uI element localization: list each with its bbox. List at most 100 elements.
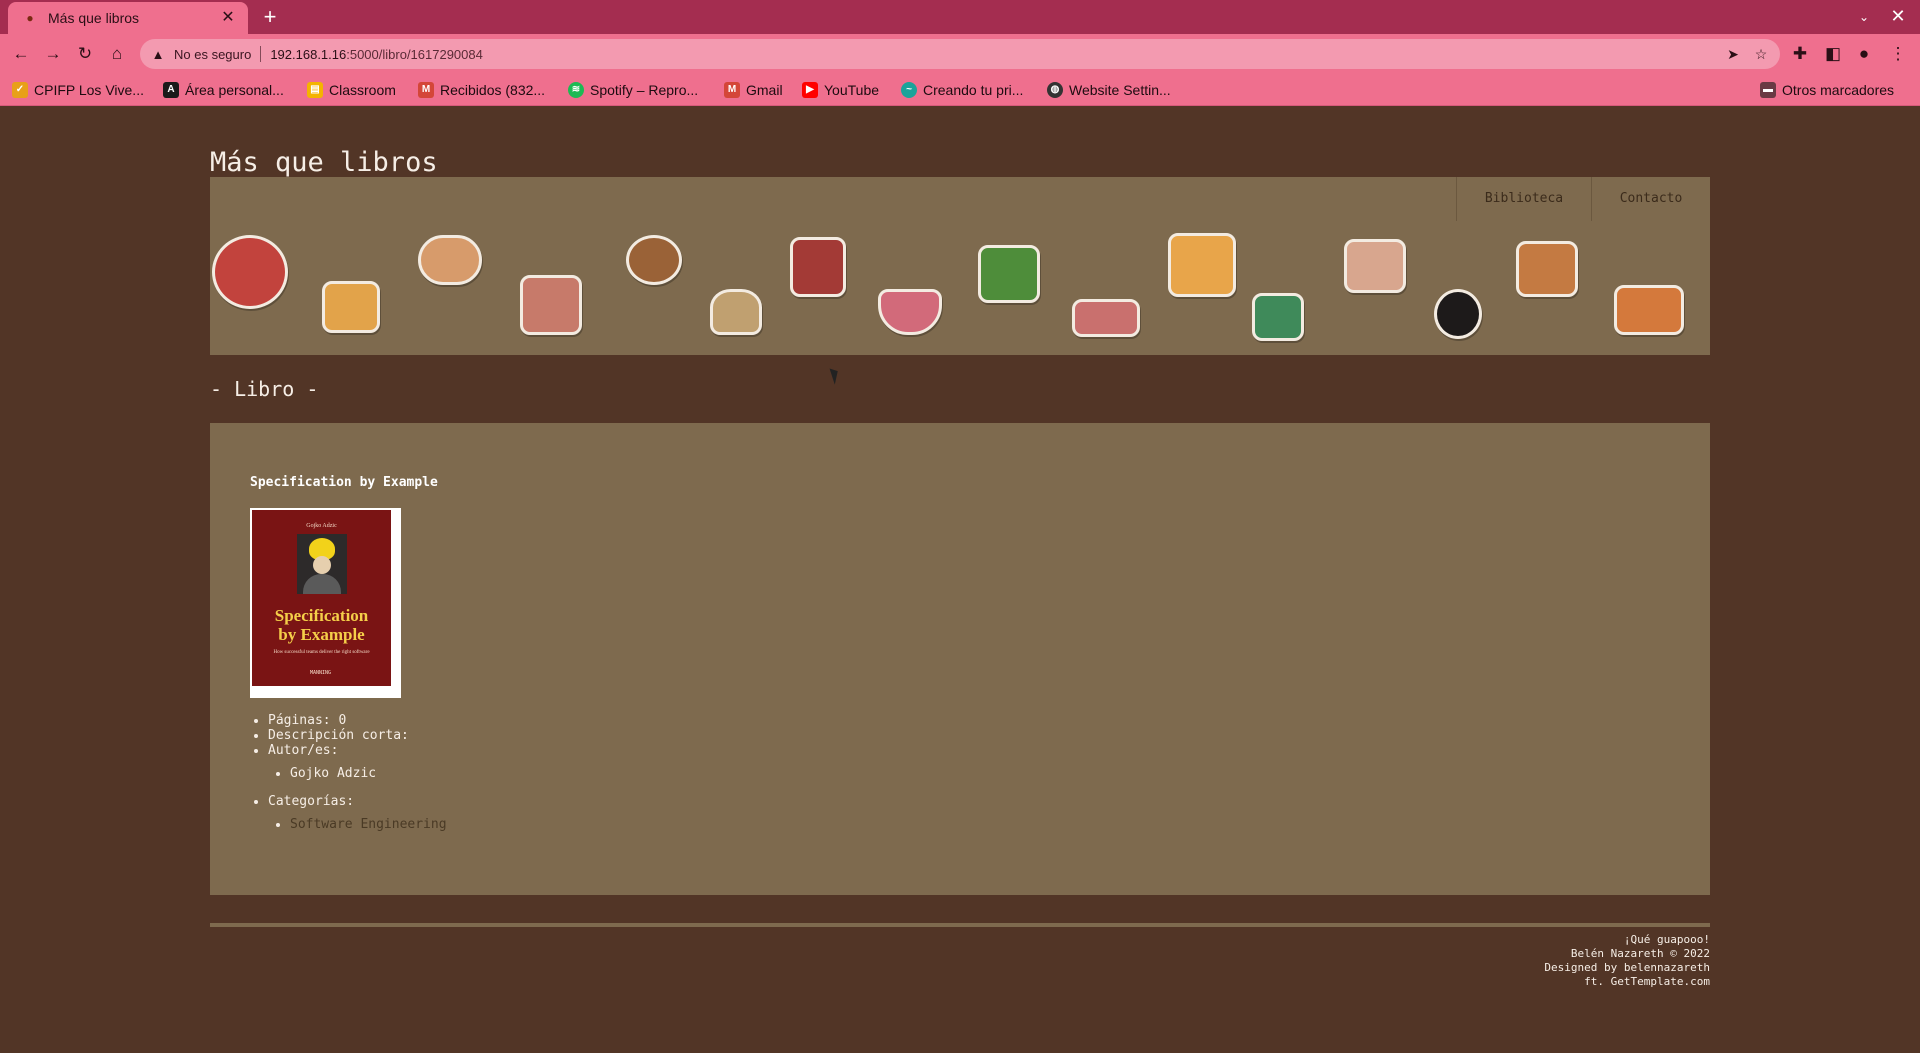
web-page: Más que libros Biblioteca Contacto - Lib… xyxy=(0,107,1920,1053)
forward-arrow-icon[interactable]: → xyxy=(41,42,65,66)
url-host: 192.168.1.16 xyxy=(270,46,347,62)
nav-biblioteca-link[interactable]: Biblioteca xyxy=(1456,177,1591,221)
spotify-icon: ≋ xyxy=(568,82,584,98)
moodle-icon: A xyxy=(163,82,179,98)
security-status[interactable]: No es seguro xyxy=(174,47,251,62)
header-banner: Biblioteca Contacto xyxy=(210,177,1710,355)
bookmark-item[interactable]: ✓ CPIFP Los Vive... xyxy=(12,79,144,101)
menu-kebab-icon[interactable]: ⋮ xyxy=(1886,42,1910,66)
bookmark-item[interactable]: ▶ YouTube xyxy=(802,79,879,101)
details-list: Páginas: 0 Descripción corta: Autor/es: … xyxy=(250,713,447,832)
bathhouse-sticker xyxy=(978,245,1040,303)
close-tab-icon[interactable]: ✕ xyxy=(218,8,238,28)
site-favicon-icon: ● xyxy=(26,11,34,25)
writing-desk-sticker xyxy=(1344,239,1406,293)
folder-icon: ▬ xyxy=(1760,82,1776,98)
back-arrow-icon[interactable]: ← xyxy=(9,42,33,66)
bookmark-item[interactable]: M Recibidos (832... xyxy=(418,79,545,101)
cover-title-line: by Example xyxy=(278,625,365,644)
cover-author: Gojko Adzic xyxy=(306,523,337,529)
reload-icon[interactable]: ↻ xyxy=(73,42,97,66)
warning-icon[interactable]: ▲ xyxy=(150,47,166,62)
tab-title: Más que libros xyxy=(48,10,140,26)
send-icon[interactable]: ➤ xyxy=(1720,39,1746,69)
book-title: Specification by Example xyxy=(250,475,438,490)
box-creatures-sticker xyxy=(1516,241,1578,297)
address-divider xyxy=(260,46,262,62)
authors-item: Autor/es: Gojko Adzic xyxy=(268,743,447,781)
browser-tab-strip: ● Más que libros ✕ + ⌄ ✕ xyxy=(0,0,1920,34)
profile-avatar[interactable]: ● xyxy=(1852,42,1876,66)
category-link[interactable]: Software Engineering xyxy=(290,817,447,832)
book-details: Páginas: 0 Descripción corta: Autor/es: … xyxy=(250,713,447,845)
no-face-sticker xyxy=(1434,289,1482,339)
bookmark-star-icon[interactable]: ☆ xyxy=(1748,39,1774,69)
categories-list: Software Engineering xyxy=(268,817,447,832)
nav-contacto-link[interactable]: Contacto xyxy=(1591,177,1710,221)
bookmark-label: Área personal... xyxy=(185,82,284,98)
soot-box-sticker xyxy=(1614,285,1684,335)
new-tab-button[interactable]: + xyxy=(258,6,282,30)
footer-line: ¡Qué guapooo! xyxy=(1623,933,1710,946)
mouse-cursor-icon xyxy=(829,366,842,385)
home-icon[interactable]: ⌂ xyxy=(105,42,129,66)
footer-line: Designed by belennazareth xyxy=(1544,961,1710,974)
book-cover-image: Gojko Adzic Specification by Example How… xyxy=(250,508,401,698)
extensions-puzzle-icon[interactable]: ✚ xyxy=(1788,42,1812,66)
tab-search-icon[interactable]: ⌄ xyxy=(1854,7,1874,27)
bookmark-label: Gmail xyxy=(746,82,783,98)
girl-face-sticker xyxy=(626,235,682,285)
bookmark-label: Creando tu pri... xyxy=(923,82,1024,98)
categories-label: Categorías: xyxy=(268,794,355,809)
heart-couple-sticker xyxy=(212,235,288,309)
bookmark-item[interactable]: A Área personal... xyxy=(163,79,284,101)
bookmark-item[interactable]: ~ Creando tu pri... xyxy=(901,79,1023,101)
bookmark-label: CPIFP Los Vive... xyxy=(34,82,144,98)
cover-body xyxy=(303,574,341,594)
cover-publisher: MANNING xyxy=(310,670,332,676)
other-bookmarks-label: Otros marcadores xyxy=(1782,82,1895,98)
storybook-sticker xyxy=(1252,293,1304,341)
pages-item: Páginas: 0 xyxy=(268,713,447,728)
gmail-icon: M xyxy=(724,82,740,98)
cover-title-line: Specification xyxy=(274,606,369,625)
bookmark-label: Recibidos (832... xyxy=(440,82,546,98)
browser-toolbar: ← → ↻ ⌂ ▲ No es seguro 192.168.1.16:5000… xyxy=(0,34,1920,74)
bookmark-item[interactable]: ▤ Classroom xyxy=(307,79,396,101)
cpifp-icon: ✓ xyxy=(12,82,28,98)
window-close-icon[interactable]: ✕ xyxy=(1888,5,1908,27)
bookmark-label: Classroom xyxy=(329,82,396,98)
browser-tab[interactable]: ● Más que libros ✕ xyxy=(8,2,248,34)
bookmarks-bar: ✓ CPIFP Los Vive... A Área personal... ▤… xyxy=(0,74,1920,106)
bookmark-label: Spotify – Repro... xyxy=(590,82,699,98)
desk-sticker xyxy=(520,275,582,335)
creando-icon: ~ xyxy=(901,82,917,98)
bookmark-item[interactable]: ≋ Spotify – Repro... xyxy=(568,79,698,101)
category-item: Software Engineering xyxy=(290,817,447,832)
footer-line: ft. GetTemplate.com xyxy=(1584,975,1710,988)
cover-title: Specification by Example xyxy=(252,606,391,644)
bookmark-item[interactable]: M Gmail xyxy=(724,79,783,101)
authors-list: Gojko Adzic xyxy=(268,766,447,781)
side-panel-icon[interactable]: ◧ xyxy=(1821,42,1845,66)
short-description-item: Descripción corta: xyxy=(268,728,447,743)
open-book-sticker xyxy=(1072,299,1140,337)
footer-divider xyxy=(210,923,1710,927)
basket-sticker xyxy=(878,289,942,335)
haystack-sticker xyxy=(710,289,762,335)
section-title: - Libro - xyxy=(210,377,319,401)
gmail-icon: M xyxy=(418,82,434,98)
other-bookmarks-folder[interactable]: ▬ Otros marcadores xyxy=(1760,79,1894,101)
footer: ¡Qué guapooo! Belén Nazareth © 2022 Desi… xyxy=(1544,933,1710,989)
scroll-sticker xyxy=(418,235,482,285)
footer-line: Belén Nazareth © 2022 xyxy=(1570,947,1710,960)
bookmark-item[interactable]: ◍ Website Settin... xyxy=(1047,79,1171,101)
bookmark-label: YouTube xyxy=(824,82,880,98)
address-bar[interactable]: ▲ No es seguro 192.168.1.16:5000/libro/1… xyxy=(140,39,1780,69)
chest-sticker xyxy=(322,281,380,333)
youtube-icon: ▶ xyxy=(802,82,818,98)
cover-art: Gojko Adzic Specification by Example How… xyxy=(252,510,391,686)
book-detail-panel: Specification by Example Gojko Adzic Spe… xyxy=(210,423,1710,895)
site-title[interactable]: Más que libros xyxy=(210,147,438,178)
categories-item: Categorías: Software Engineering xyxy=(268,794,447,832)
